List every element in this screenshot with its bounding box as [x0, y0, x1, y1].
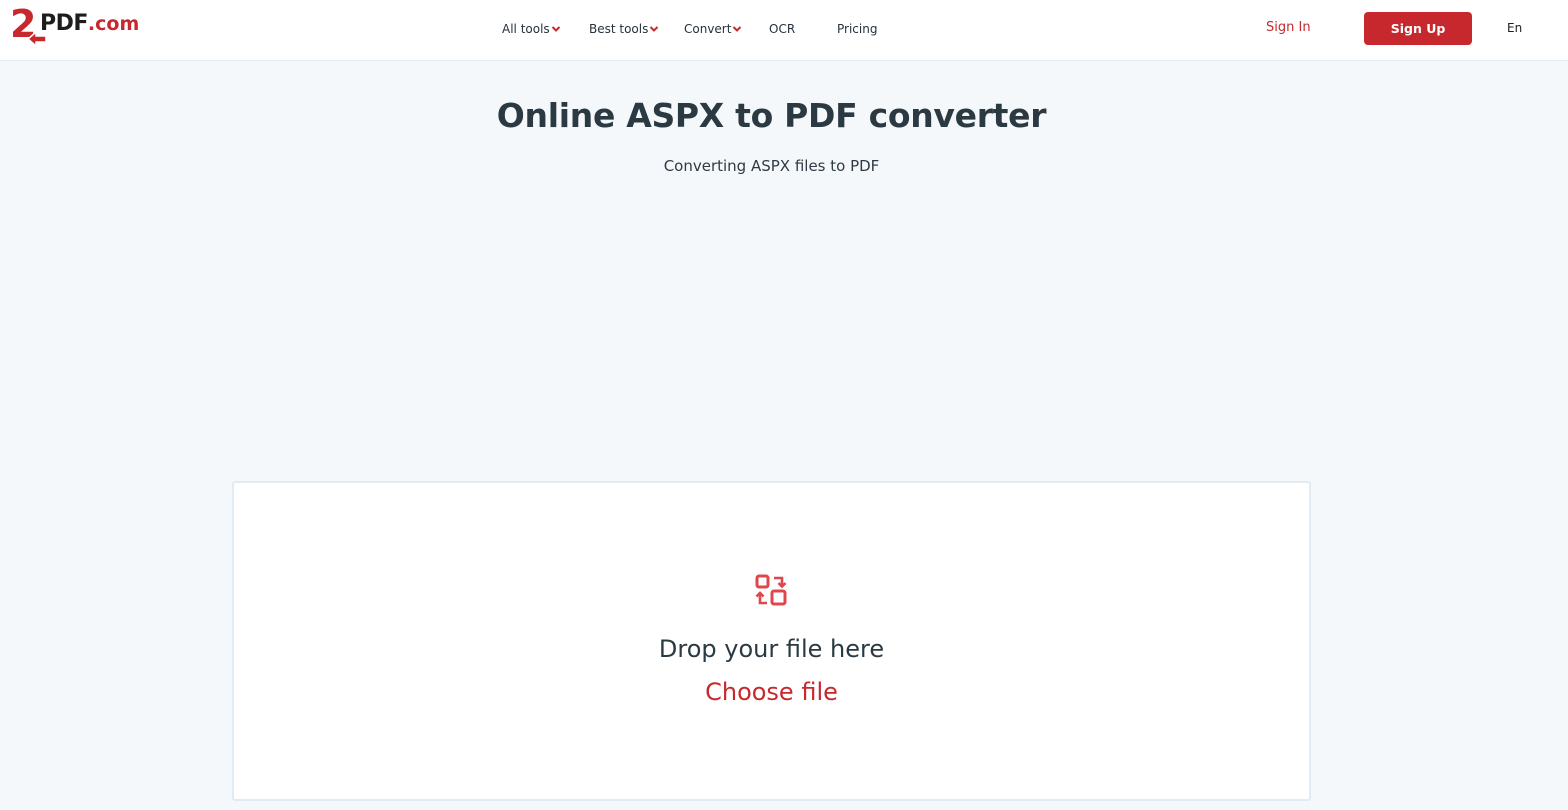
top-navigation-bar: 2 PDF.com All tools Best tools Convert O… — [0, 0, 1568, 61]
convert-icon — [755, 574, 787, 606]
site-logo[interactable]: 2 PDF.com — [10, 4, 139, 48]
page-title: Online ASPX to PDF converter — [496, 96, 1047, 135]
choose-file-link[interactable]: Choose file — [234, 678, 1309, 706]
file-dropzone[interactable]: Drop your file here Choose file — [232, 481, 1311, 801]
language-selector[interactable]: En — [1507, 21, 1522, 35]
nav-ocr[interactable]: OCR — [769, 20, 795, 38]
logo-arrow-icon — [26, 30, 47, 48]
sign-up-button[interactable]: Sign Up — [1364, 12, 1472, 45]
nav-best-tools-label: Best tools — [589, 22, 649, 36]
drop-file-prompt: Drop your file here — [658, 635, 885, 663]
page-subtitle: Converting ASPX files to PDF — [663, 157, 880, 175]
logo-text: PDF.com — [40, 9, 139, 39]
sign-in-link[interactable]: Sign In — [1266, 20, 1311, 35]
nav-all-tools[interactable]: All tools — [502, 20, 561, 38]
nav-convert[interactable]: Convert — [684, 20, 742, 38]
nav-pricing[interactable]: Pricing — [837, 20, 877, 38]
chevron-down-icon — [733, 26, 742, 32]
nav-ocr-label: OCR — [769, 22, 796, 36]
nav-pricing-label: Pricing — [837, 22, 878, 36]
nav-best-tools[interactable]: Best tools — [589, 20, 659, 38]
chevron-down-icon — [551, 26, 560, 32]
chevron-down-icon — [650, 26, 659, 32]
logo-tld: .com — [87, 13, 140, 35]
logo-mark: 2 — [10, 4, 48, 48]
nav-all-tools-label: All tools — [502, 22, 550, 36]
nav-convert-label: Convert — [684, 22, 732, 36]
